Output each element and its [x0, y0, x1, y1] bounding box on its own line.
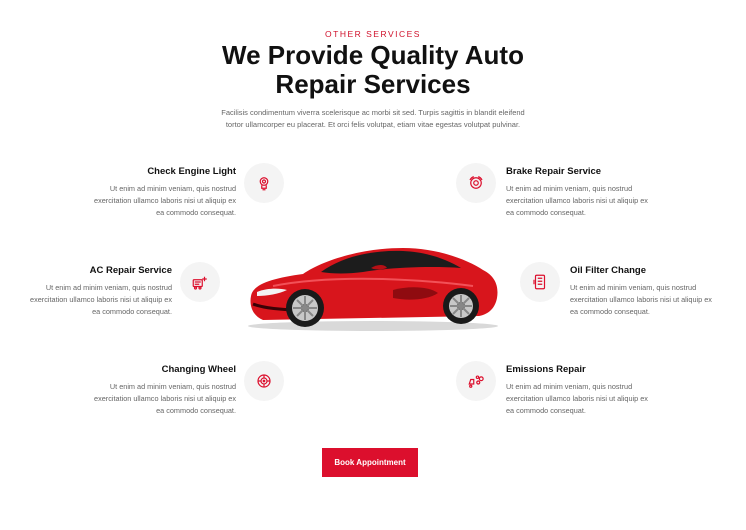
- intro-line-1: Facilisis condimentum viverra scelerisqu…: [221, 108, 525, 117]
- section-eyebrow: OTHER SERVICES: [325, 29, 421, 39]
- service-ac-repair[interactable]: AC Repair Service Ut enim ad minim venia…: [2, 265, 172, 318]
- service-description: Ut enim ad minim veniam, quis nostrud ex…: [94, 382, 236, 415]
- engine-light-icon: [244, 163, 284, 203]
- service-description: Ut enim ad minim veniam, quis nostrud ex…: [506, 184, 648, 217]
- service-title: Emissions Repair: [506, 364, 586, 375]
- service-title: Brake Repair Service: [506, 166, 602, 177]
- service-description: Ut enim ad minim veniam, quis nostrud ex…: [570, 283, 712, 316]
- title-line-2: Repair Services: [275, 69, 471, 99]
- service-description: Ut enim ad minim veniam, quis nostrud ex…: [94, 184, 236, 217]
- intro-line-2: tortor ullamcorper eu placerat. Et orci …: [225, 120, 521, 129]
- brake-icon: [456, 163, 496, 203]
- emissions-icon: [456, 361, 496, 401]
- service-description: Ut enim ad minim veniam, quis nostrud ex…: [30, 283, 172, 316]
- intro-text: Facilisis condimentum viverra scelerisqu…: [0, 107, 746, 131]
- service-emissions[interactable]: Emissions Repair Ut enim ad minim veniam…: [506, 364, 676, 417]
- service-check-engine[interactable]: Check Engine Light Ut enim ad minim veni…: [66, 166, 236, 219]
- service-title: Check Engine Light: [147, 166, 236, 177]
- wheel-icon: [244, 361, 284, 401]
- service-oil-filter[interactable]: Oil Filter Change Ut enim ad minim venia…: [570, 265, 740, 318]
- service-description: Ut enim ad minim veniam, quis nostrud ex…: [506, 382, 648, 415]
- title-line-1: We Provide Quality Auto: [222, 40, 524, 70]
- oil-filter-icon: [520, 262, 560, 302]
- page-title: We Provide Quality Auto Repair Services: [0, 41, 746, 99]
- service-brake-repair[interactable]: Brake Repair Service Ut enim ad minim ve…: [506, 166, 676, 219]
- book-appointment-button[interactable]: Book Appointment: [322, 448, 418, 477]
- service-changing-wheel[interactable]: Changing Wheel Ut enim ad minim veniam, …: [66, 364, 236, 417]
- service-title: AC Repair Service: [89, 265, 172, 276]
- car-image: [248, 248, 498, 331]
- service-title: Oil Filter Change: [570, 265, 647, 276]
- ac-icon: [180, 262, 220, 302]
- service-title: Changing Wheel: [161, 364, 236, 375]
